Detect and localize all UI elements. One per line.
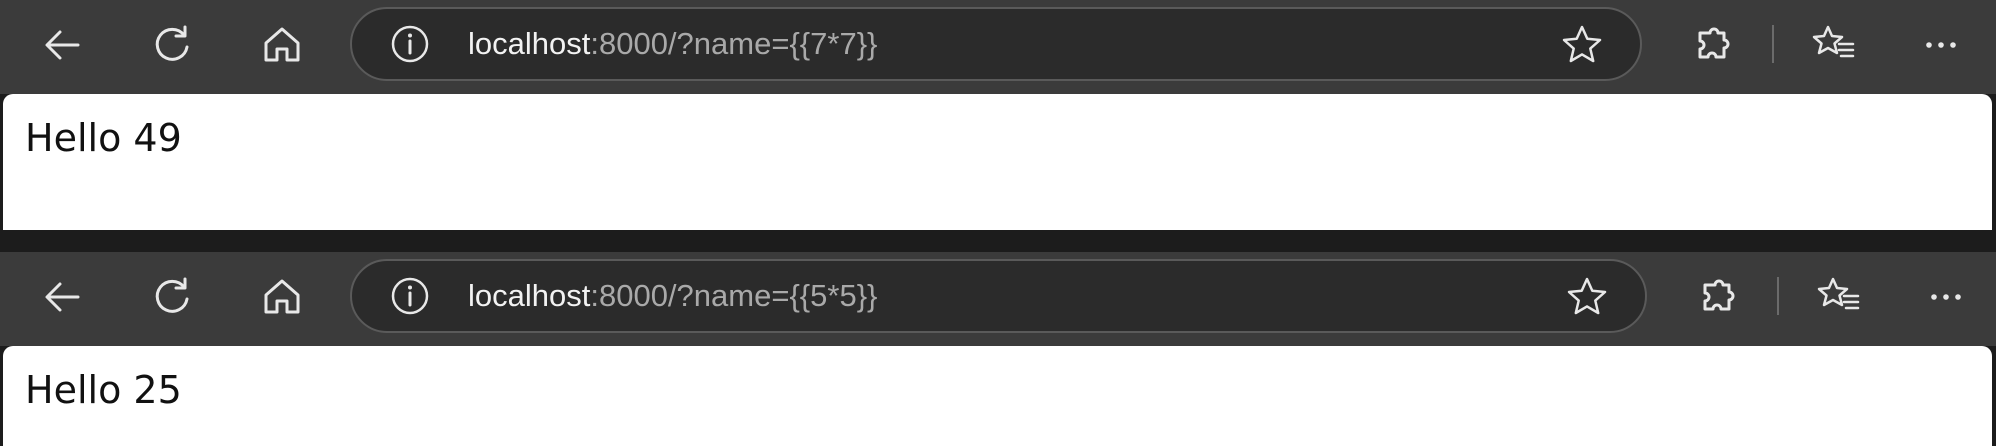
home-button[interactable] xyxy=(254,269,310,325)
page-text: Hello 25 xyxy=(25,368,182,412)
url-text[interactable]: localhost:8000/?name={{5*5}} xyxy=(468,261,877,331)
home-icon xyxy=(264,279,300,314)
info-icon[interactable] xyxy=(390,276,430,316)
page-text: Hello 49 xyxy=(25,116,182,160)
extensions-button[interactable] xyxy=(1686,17,1742,73)
extensions-icon xyxy=(1703,279,1735,311)
refresh-icon xyxy=(155,277,189,313)
more-button[interactable] xyxy=(1918,269,1974,325)
more-icon xyxy=(1926,42,1956,48)
favorite-star-icon[interactable] xyxy=(1560,23,1604,67)
favorites-icon xyxy=(1817,277,1860,310)
home-icon xyxy=(264,27,300,62)
page-content: Hello 25 xyxy=(3,346,1992,446)
url-host: localhost xyxy=(468,278,591,313)
address-bar[interactable]: localhost:8000/?name={{7*7}} xyxy=(350,7,1642,81)
back-button[interactable] xyxy=(34,269,90,325)
page-content: Hello 49 xyxy=(3,94,1992,230)
extensions-button[interactable] xyxy=(1691,269,1747,325)
url-host: localhost xyxy=(468,26,591,61)
refresh-button[interactable] xyxy=(144,17,200,73)
refresh-icon xyxy=(155,25,189,61)
info-icon[interactable] xyxy=(390,24,430,64)
back-icon xyxy=(45,282,80,312)
url-path: :8000/?name={{5*5}} xyxy=(590,278,878,313)
favorites-button[interactable] xyxy=(1811,269,1867,325)
more-icon xyxy=(1931,294,1961,300)
toolbar-divider xyxy=(1772,25,1774,63)
url-text[interactable]: localhost:8000/?name={{7*7}} xyxy=(468,9,877,79)
favorites-button[interactable] xyxy=(1806,17,1862,73)
address-bar[interactable]: localhost:8000/?name={{5*5}} xyxy=(350,259,1647,333)
browser-window-1: localhost:8000/?name={{7*7}} Hello 49 xyxy=(0,0,1996,230)
toolbar-divider xyxy=(1777,277,1779,315)
browser-toolbar: localhost:8000/?name={{7*7}} xyxy=(0,0,1996,94)
back-icon xyxy=(45,30,80,60)
browser-toolbar: localhost:8000/?name={{5*5}} xyxy=(0,252,1996,346)
back-button[interactable] xyxy=(34,17,90,73)
refresh-button[interactable] xyxy=(144,269,200,325)
browser-window-2: localhost:8000/?name={{5*5}} Hello 25 xyxy=(0,252,1996,446)
favorite-star-icon[interactable] xyxy=(1565,275,1609,319)
extensions-icon xyxy=(1698,27,1730,59)
more-button[interactable] xyxy=(1913,17,1969,73)
home-button[interactable] xyxy=(254,17,310,73)
url-path: :8000/?name={{7*7}} xyxy=(590,26,878,61)
favorites-icon xyxy=(1812,25,1855,58)
